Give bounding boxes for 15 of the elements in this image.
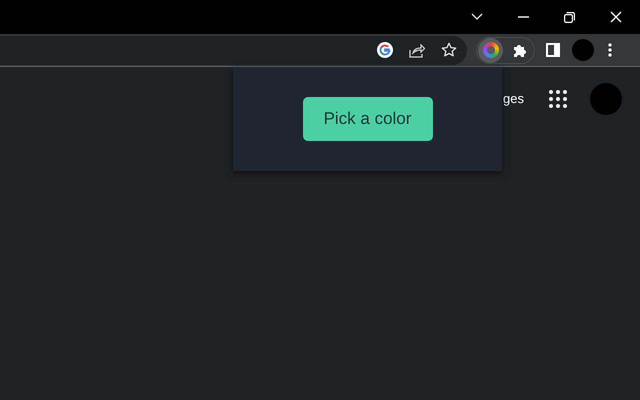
- chevron-down-icon[interactable]: [471, 13, 483, 21]
- header-link[interactable]: ges: [503, 89, 524, 109]
- side-panel-icon[interactable]: [546, 43, 560, 57]
- restore-icon[interactable]: [564, 12, 575, 22]
- puzzle-piece-icon[interactable]: [512, 42, 528, 58]
- star-icon[interactable]: [441, 42, 457, 58]
- pick-color-button[interactable]: Pick a color: [302, 97, 432, 141]
- google-logo-icon[interactable]: [377, 42, 393, 58]
- close-icon[interactable]: [610, 11, 622, 23]
- address-bar[interactable]: [0, 36, 467, 64]
- color-wheel-icon[interactable]: [478, 38, 503, 62]
- share-icon[interactable]: [409, 42, 425, 58]
- more-menu-icon[interactable]: [608, 43, 612, 57]
- apps-grid-icon[interactable]: [549, 90, 567, 108]
- minimize-icon[interactable]: [518, 16, 529, 18]
